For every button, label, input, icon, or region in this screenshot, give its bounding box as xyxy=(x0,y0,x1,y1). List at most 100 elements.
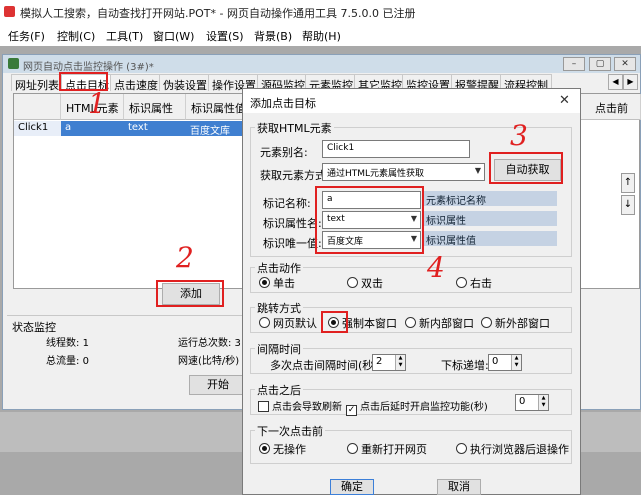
chevron-down-icon: ▼ xyxy=(474,166,481,175)
total-traffic-text: 总流量: xyxy=(46,356,83,367)
annotation-number-3: 3 xyxy=(510,119,528,152)
menu-window[interactable]: 窗口(W) xyxy=(153,28,194,44)
radio-new-internal-window[interactable]: 新内部窗口 xyxy=(405,315,474,331)
grid-header-attr-value: 标识属性值 xyxy=(186,94,248,120)
method-select-value: 通过HTML元素属性获取 xyxy=(327,169,425,179)
index-step-label: 下标递增: xyxy=(441,359,489,372)
method-label: 获取元素方式: xyxy=(260,169,330,182)
radio-dot xyxy=(456,443,467,454)
radio-new-internal-window-label: 新内部窗口 xyxy=(419,317,474,330)
radio-dot xyxy=(405,317,416,328)
click-action-title: 点击动作 xyxy=(255,260,303,276)
unique-value-label: 标识唯一值: xyxy=(263,237,322,250)
radio-no-action-label: 无操作 xyxy=(273,443,306,456)
menu-bar: 任务(F) 控制(C) 工具(T) 窗口(W) 设置(S) 背景(B) 帮助(H… xyxy=(0,24,641,46)
radio-dot xyxy=(456,277,467,288)
radio-reopen-page[interactable]: 重新打开网页 xyxy=(347,441,427,457)
grid-cell-name[interactable]: Click1 xyxy=(14,121,61,136)
menu-background[interactable]: 背景(B) xyxy=(254,28,292,44)
grid-cell-attr-value[interactable]: 百度文库 xyxy=(186,121,248,137)
checkmark-icon: ✓ xyxy=(346,405,357,416)
get-element-title: 获取HTML元素 xyxy=(255,120,334,136)
tab-disguise[interactable]: 伪装设置 xyxy=(159,74,211,92)
jump-mode-title: 跳转方式 xyxy=(255,300,303,316)
radio-dot xyxy=(481,317,492,328)
index-step-spinner[interactable]: 0 ▲ ▼ xyxy=(488,354,522,371)
annotation-box-add xyxy=(156,280,224,307)
run-count-label: 运行总次数: 3 xyxy=(178,338,241,349)
move-up-icon[interactable]: ↑ xyxy=(621,173,635,193)
window-title: 模拟人工搜索，自动查找打开网站.POT* - 网页自动操作通用工具 7.5.0.… xyxy=(20,7,416,20)
tab-scroll-left-icon[interactable]: ◀ xyxy=(608,74,623,90)
annotation-number-1: 1 xyxy=(88,87,106,120)
refresh-checkbox[interactable]: 点击会导致刷新 xyxy=(258,398,342,413)
radio-right-click-label: 右击 xyxy=(470,277,492,290)
after-click-title: 点击之后 xyxy=(255,382,303,398)
attr-name-hint: 标识属性 xyxy=(424,211,557,227)
multi-interval-spinner[interactable]: 2 ▲ ▼ xyxy=(372,354,406,371)
annotation-number-4: 4 xyxy=(427,251,445,284)
radio-dot xyxy=(259,277,270,288)
index-step-value: 0 xyxy=(492,356,499,367)
method-select[interactable]: 通过HTML元素属性获取 ▼ xyxy=(322,163,485,181)
radio-single-click[interactable]: 单击 xyxy=(259,275,295,291)
annotation-box-auto xyxy=(489,152,563,184)
minimize-button[interactable]: – xyxy=(563,57,585,71)
radio-new-external-window[interactable]: 新外部窗口 xyxy=(481,315,550,331)
start-button[interactable]: 开始 xyxy=(189,375,247,395)
refresh-checkbox-label: 点击会导致刷新 xyxy=(272,402,342,413)
radio-dot xyxy=(259,317,270,328)
tab-scroll-right-icon[interactable]: ▶ xyxy=(623,74,638,90)
radio-page-default[interactable]: 网页默认 xyxy=(259,315,317,331)
cancel-button[interactable]: 取消 xyxy=(437,479,481,495)
radio-browser-back[interactable]: 执行浏览器后退操作 xyxy=(456,441,569,457)
close-window-button[interactable]: ✕ xyxy=(614,57,636,71)
total-traffic-label: 总流量: 0 xyxy=(46,352,89,367)
spinner-arrows-icon[interactable]: ▲ ▼ xyxy=(511,355,521,370)
before-next-click-title: 下一次点击前 xyxy=(255,423,325,439)
dialog-close-icon[interactable]: ✕ xyxy=(559,93,570,108)
maximize-button[interactable]: ▢ xyxy=(589,57,611,71)
radio-dot xyxy=(347,443,358,454)
spinner-arrows-icon[interactable]: ▲ ▼ xyxy=(538,395,548,410)
radio-double-click-label: 双击 xyxy=(361,277,383,290)
delay-monitor-checkbox[interactable]: ✓ 点击后延时开启监控功能(秒) xyxy=(346,398,488,416)
radio-no-action[interactable]: 无操作 xyxy=(259,441,306,457)
add-click-target-dialog: 添加点击目标 ✕ 获取HTML元素 元素别名: Click1 获取元素方式: 通… xyxy=(242,88,581,495)
radio-force-current-window-label: 强制本窗口 xyxy=(342,317,397,330)
grid-cell-element[interactable]: a xyxy=(61,121,124,136)
radio-single-click-label: 单击 xyxy=(273,277,295,290)
menu-task[interactable]: 任务(F) xyxy=(8,28,45,44)
annotation-box-jump xyxy=(321,311,348,333)
spinner-arrows-icon[interactable]: ▲ ▼ xyxy=(395,355,405,370)
menu-help[interactable]: 帮助(H) xyxy=(302,28,341,44)
grid-cell-attr[interactable]: text xyxy=(124,121,186,136)
move-down-icon[interactable]: ↓ xyxy=(621,195,635,215)
radio-dot xyxy=(347,277,358,288)
window-icon xyxy=(8,58,19,69)
delay-seconds-spinner[interactable]: 0 ▲ ▼ xyxy=(515,394,549,411)
dialog-title: 添加点击目标 xyxy=(250,97,316,110)
total-traffic-value: 0 xyxy=(82,356,89,367)
delay-monitor-checkbox-label: 点击后延时开启监控功能(秒) xyxy=(360,402,488,413)
alias-input[interactable]: Click1 xyxy=(322,140,470,158)
tab-url-list[interactable]: 网址列表 xyxy=(11,74,63,92)
radio-double-click[interactable]: 双击 xyxy=(347,275,383,291)
menu-control[interactable]: 控制(C) xyxy=(57,28,95,44)
menu-tools[interactable]: 工具(T) xyxy=(106,28,143,44)
ok-button[interactable]: 确定 xyxy=(330,479,374,495)
multi-interval-label: 多次点击间隔时间(秒): xyxy=(270,359,382,372)
app-icon xyxy=(4,6,15,17)
attr-name-label: 标识属性名: xyxy=(263,217,322,230)
menu-settings[interactable]: 设置(S) xyxy=(206,28,244,44)
alias-label: 元素别名: xyxy=(260,146,308,159)
radio-right-click[interactable]: 右击 xyxy=(456,275,492,291)
annotation-number-2: 2 xyxy=(176,241,194,274)
radio-reopen-page-label: 重新打开网页 xyxy=(361,443,427,456)
multi-interval-value: 2 xyxy=(376,356,383,367)
tab-click-speed[interactable]: 点击速度 xyxy=(110,74,162,92)
delay-seconds-value: 0 xyxy=(519,396,526,407)
net-speed-label: 网速(比特/秒) xyxy=(178,356,240,367)
radio-new-external-window-label: 新外部窗口 xyxy=(495,317,550,330)
status-title: 状态监控 xyxy=(12,321,56,334)
